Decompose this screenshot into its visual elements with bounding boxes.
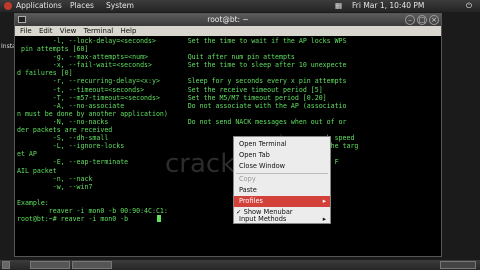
terminal-line: -x, --fail-wait=<seconds> Set the time t… — [17, 61, 347, 70]
terminal-line: -n, --nack s a NACK [Auto] — [17, 174, 319, 183]
terminal-line: -E, --eap-terminate ession with an EAP F — [17, 158, 339, 167]
terminal-icon — [18, 16, 26, 23]
terminal-line: -w, --win7 gistrar [False] — [17, 182, 319, 191]
menu-terminal[interactable]: Terminal — [84, 27, 114, 35]
menu-item-profiles[interactable]: Profiles ▸ — [234, 196, 330, 207]
terminal-line: -S, --dh-small improve crack speed — [17, 134, 355, 143]
terminal-line: root@bt:~# reaver -i mon0 -b — [17, 215, 133, 224]
terminal-output[interactable]: -l, --lock-delay=<seconds> Set the time … — [17, 37, 439, 255]
terminal-line: -r, --recurring-delay=<x:y> Sleep for y … — [17, 77, 347, 86]
distro-logo-icon[interactable] — [4, 2, 12, 10]
terminal-line: -t, --timeout=<seconds> Set the receive … — [17, 85, 323, 94]
show-desktop-icon[interactable] — [2, 261, 10, 269]
menu-item-open-tab[interactable]: Open Tab — [234, 150, 330, 161]
places-menu[interactable]: Places — [70, 0, 94, 12]
context-menu: Open Terminal Open Tab Close Window Copy… — [233, 136, 331, 224]
terminal-line: d failures [0] — [17, 69, 73, 78]
clock[interactable]: Fri Mar 1, 10:40 PM — [352, 0, 424, 12]
power-icon[interactable]: ⏻ — [466, 0, 472, 12]
menu-help[interactable]: Help — [120, 27, 136, 35]
terminal-line: -g, --max-attempts=<num> Quit after num … — [17, 53, 295, 62]
menu-item-copy[interactable]: Copy — [234, 174, 330, 185]
terminal-line: pin attempts [60] — [17, 45, 89, 54]
menu-item-paste[interactable]: Paste — [234, 185, 330, 196]
terminal-window: root@bt: ~ – □ × File Edit View Terminal… — [14, 13, 442, 257]
workspace-switcher[interactable] — [440, 261, 476, 269]
terminal-line: -A, --no-associate Do not associate with… — [17, 101, 347, 110]
taskbar-item[interactable] — [72, 261, 112, 269]
terminal-line: reaver -i mon0 -b 00:90:4C:C1: — [17, 206, 168, 215]
bottom-panel — [0, 260, 480, 270]
terminal-line: n must be done by another application) — [17, 109, 168, 118]
menu-item-close-window[interactable]: Close Window — [234, 161, 330, 172]
menu-item-open-terminal[interactable]: Open Terminal — [234, 139, 330, 150]
submenu-arrow-icon: ▸ — [322, 197, 326, 205]
terminal-line: -N, --no-nacks Do not send NACK messages… — [17, 117, 347, 126]
terminal-line: -L, --ignore-locks reported by the targ — [17, 142, 359, 151]
terminal-line: -l, --lock-delay=<seconds> Set the time … — [17, 37, 347, 45]
window-title: root@bt: ~ — [207, 15, 249, 24]
maximize-icon[interactable]: □ — [417, 15, 427, 25]
taskbar-item[interactable] — [30, 261, 70, 269]
terminal-line: -T, --m57-timeout=<seconds> Set the M5/M… — [17, 93, 327, 102]
terminal-line: et AP — [17, 150, 37, 159]
terminal-cursor — [157, 215, 161, 222]
menu-edit[interactable]: Edit — [39, 27, 53, 35]
submenu-arrow-icon: ▸ — [322, 215, 326, 223]
menubar: File Edit View Terminal Help — [15, 26, 441, 36]
network-icon[interactable]: ▦ — [335, 0, 342, 12]
terminal-line: Example: — [17, 198, 49, 207]
menu-view[interactable]: View — [60, 27, 77, 35]
applications-menu[interactable]: Applications — [16, 0, 62, 12]
input-methods-label: Input Methods — [239, 215, 287, 223]
close-icon[interactable]: × — [429, 15, 439, 25]
profiles-label: Profiles — [239, 197, 263, 205]
top-panel: Applications Places System ▦ Fri Mar 1, … — [0, 0, 480, 12]
system-menu[interactable]: System — [106, 0, 134, 12]
terminal-line: AIL packet — [17, 166, 57, 175]
menu-item-input-methods[interactable]: Input Methods ▸ — [234, 214, 330, 224]
menu-file[interactable]: File — [20, 27, 32, 35]
terminal-line: der packets are received — [17, 126, 113, 135]
title-bar[interactable]: root@bt: ~ – □ × — [15, 14, 441, 26]
minimize-icon[interactable]: – — [405, 15, 415, 25]
